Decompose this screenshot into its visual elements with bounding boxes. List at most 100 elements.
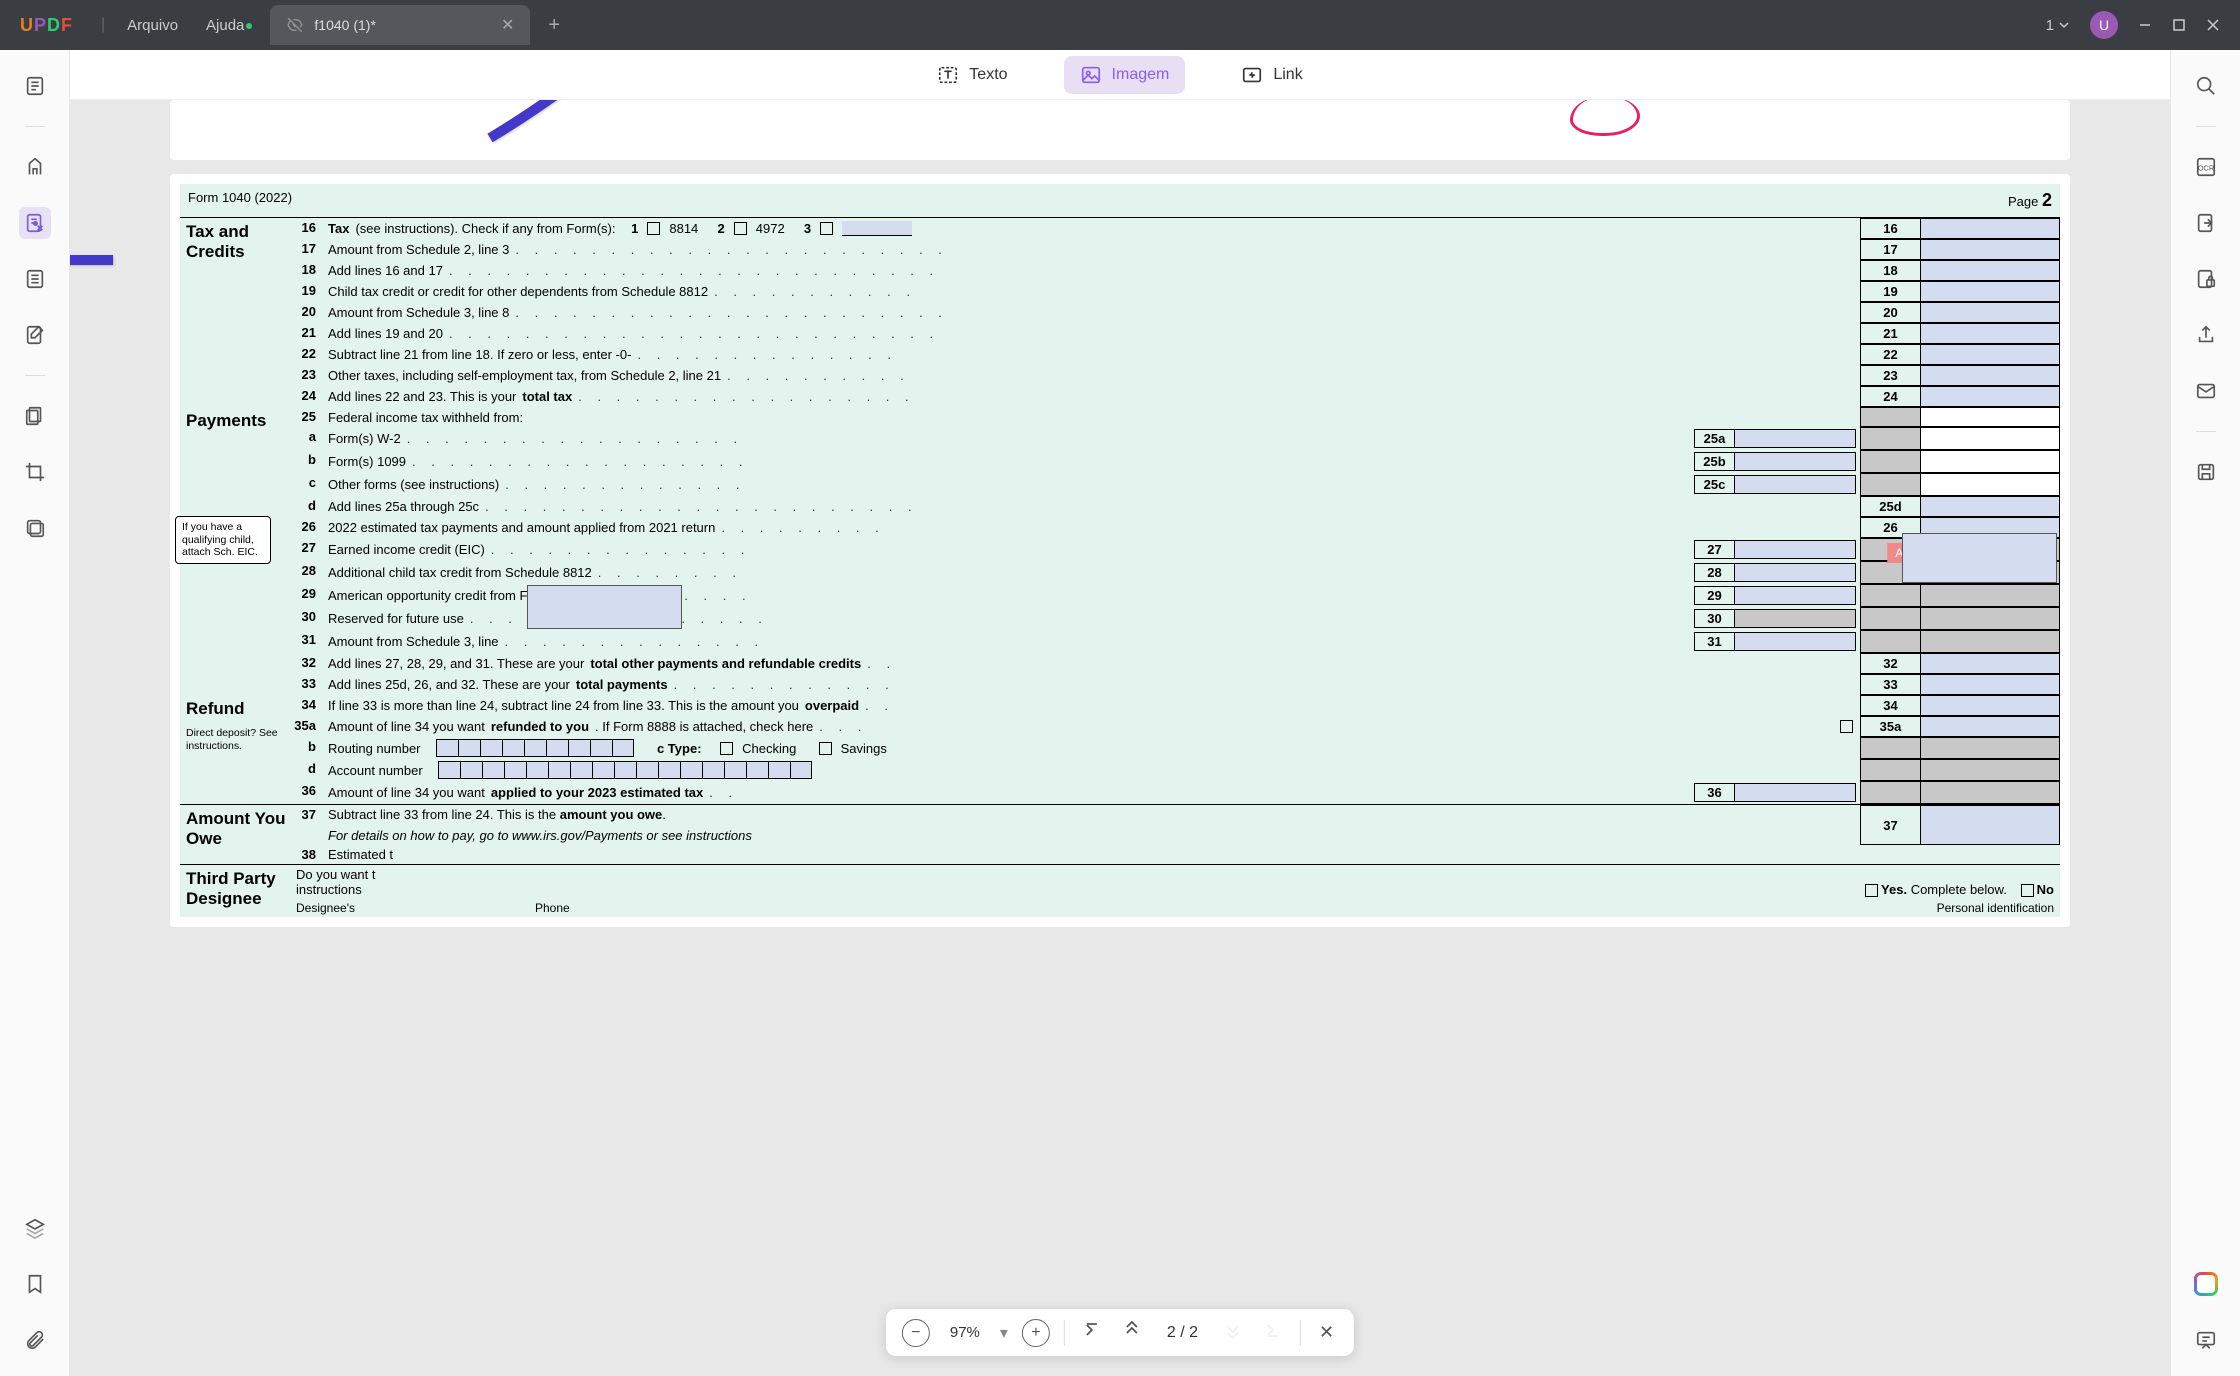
edit-tool[interactable] <box>19 207 51 239</box>
zoom-in-button[interactable]: + <box>1022 1319 1050 1347</box>
ocr-button[interactable]: OCR <box>2190 151 2222 183</box>
amount-19[interactable] <box>1920 281 2060 302</box>
amount-33[interactable] <box>1920 674 2060 695</box>
next-page-button[interactable] <box>1220 1317 1246 1348</box>
form-header-left: Form 1040 (2022) <box>188 190 292 211</box>
last-page-button[interactable] <box>1260 1317 1286 1348</box>
chevron-down-icon <box>2058 19 2070 31</box>
window-count-dropdown[interactable]: 1 <box>2046 17 2070 34</box>
first-page-button[interactable] <box>1079 1317 1105 1348</box>
amount-34[interactable] <box>1920 695 2060 716</box>
amount-25d[interactable] <box>1920 496 2060 517</box>
user-avatar[interactable]: U <box>2090 11 2118 39</box>
new-tab-button[interactable]: + <box>548 14 560 37</box>
checkbox-tpd-yes[interactable] <box>1865 884 1878 897</box>
image-icon <box>1080 64 1102 86</box>
pdf-page[interactable]: Form 1040 (2022) Page 2 If you have a qu… <box>170 174 2070 927</box>
organize-tool[interactable] <box>19 263 51 295</box>
reader-tool[interactable] <box>19 70 51 102</box>
zoom-dropdown[interactable]: ▾ <box>1000 1323 1008 1343</box>
amount-21[interactable] <box>1920 323 2060 344</box>
zoom-out-button[interactable]: − <box>902 1319 930 1347</box>
ai-rainbow-icon <box>2194 1272 2218 1296</box>
prev-page-button[interactable] <box>1119 1317 1145 1348</box>
text-tool-button[interactable]: Texto <box>921 56 1023 94</box>
amount-25b[interactable] <box>1735 453 1855 470</box>
checkbox-checking[interactable] <box>720 742 733 755</box>
text-icon <box>937 64 959 86</box>
amount-17[interactable] <box>1920 239 2060 260</box>
tab-close-button[interactable]: ✕ <box>501 15 514 35</box>
update-dot-icon <box>246 23 252 29</box>
layers-tool[interactable] <box>19 1212 51 1244</box>
svg-text:OCR: OCR <box>2197 164 2213 173</box>
menu-ajuda[interactable]: Ajuda <box>192 17 258 34</box>
close-button[interactable] <box>2206 18 2220 32</box>
amount-27[interactable] <box>1735 541 1855 558</box>
checkbox-savings[interactable] <box>819 742 832 755</box>
section-amount-owe: Amount You Owe <box>180 805 290 864</box>
form-header-right: Page 2 <box>2008 190 2052 211</box>
feedback-button[interactable] <box>2190 1324 2222 1356</box>
menu-separator: | <box>93 16 113 34</box>
account-number-field[interactable] <box>438 761 812 779</box>
redact-tool[interactable] <box>19 512 51 544</box>
bookmark-tool[interactable] <box>19 1268 51 1300</box>
amount-31[interactable] <box>1735 633 1855 650</box>
bottom-navigation-bar: − 97% ▾ + 2 / 2 ✕ <box>886 1309 1354 1356</box>
document-tab[interactable]: f1040 (1)* ✕ <box>270 5 530 45</box>
document-canvas[interactable]: Form 1040 (2022) Page 2 If you have a qu… <box>70 100 2170 1376</box>
menu-arquivo[interactable]: Arquivo <box>113 17 192 34</box>
tutorial-arrow-toolbar <box>480 100 620 153</box>
pages-tool[interactable] <box>19 400 51 432</box>
routing-number-field[interactable] <box>436 739 634 757</box>
tab-title: f1040 (1)* <box>314 17 375 33</box>
amount-29[interactable] <box>1735 587 1855 604</box>
section-third-party: Third Party Designee <box>180 865 290 917</box>
amount-32[interactable] <box>1920 653 2060 674</box>
annotation-circle <box>1570 100 1640 136</box>
protect-button[interactable] <box>2190 263 2222 295</box>
checkbox-3[interactable] <box>820 222 833 235</box>
convert-button[interactable] <box>2190 207 2222 239</box>
amount-18[interactable] <box>1920 260 2060 281</box>
crop-tool[interactable] <box>19 456 51 488</box>
eye-off-icon <box>286 16 304 34</box>
link-icon <box>1241 64 1263 86</box>
previous-page-sliver <box>170 100 2070 160</box>
section-refund: Refund <box>180 695 290 723</box>
eic-note: If you have a qualifying child, attach S… <box>175 516 271 564</box>
image-tool-button[interactable]: Imagem <box>1064 56 1186 94</box>
amount-22[interactable] <box>1920 344 2060 365</box>
amount-25c[interactable] <box>1735 476 1855 493</box>
search-button[interactable] <box>2190 70 2222 102</box>
checkbox-4972[interactable] <box>734 222 747 235</box>
amount-23[interactable] <box>1920 365 2060 386</box>
checkbox-8888[interactable] <box>1840 720 1853 733</box>
amount-25a[interactable] <box>1735 430 1855 447</box>
share-button[interactable] <box>2190 319 2222 351</box>
close-bar-button[interactable]: ✕ <box>1315 1318 1338 1347</box>
amount-20[interactable] <box>1920 302 2060 323</box>
comment-tool[interactable] <box>19 151 51 183</box>
sign-field-1[interactable] <box>1902 533 2057 583</box>
minimize-button[interactable] <box>2138 18 2152 32</box>
form-tool[interactable] <box>19 319 51 351</box>
email-button[interactable] <box>2190 375 2222 407</box>
save-button[interactable] <box>2190 456 2222 488</box>
maximize-button[interactable] <box>2172 18 2186 32</box>
amount-16[interactable] <box>1920 218 2060 239</box>
ai-button[interactable] <box>2190 1268 2222 1300</box>
link-tool-button[interactable]: Link <box>1225 56 1318 94</box>
sign-field-2[interactable] <box>527 585 682 629</box>
zoom-value: 97% <box>944 1324 986 1341</box>
attachment-tool[interactable] <box>19 1324 51 1356</box>
titlebar: UPDF | Arquivo Ajuda f1040 (1)* ✕ + 1 U <box>0 0 2240 50</box>
amount-28[interactable] <box>1735 564 1855 581</box>
checkbox-8814[interactable] <box>647 222 660 235</box>
amount-36[interactable] <box>1735 784 1855 801</box>
checkbox-tpd-no[interactable] <box>2021 884 2034 897</box>
amount-35a[interactable] <box>1920 716 2060 737</box>
amount-37[interactable] <box>1920 805 2060 845</box>
amount-24[interactable] <box>1920 386 2060 407</box>
